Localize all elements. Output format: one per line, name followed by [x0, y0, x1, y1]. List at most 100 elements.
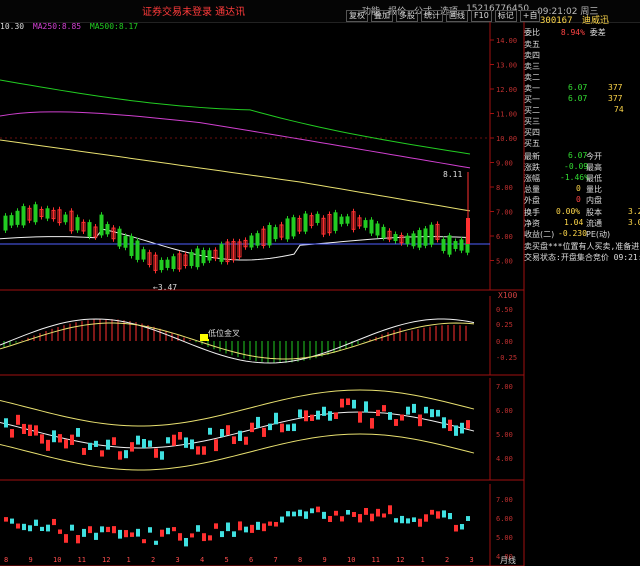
sub-candle: [274, 521, 278, 527]
kdj-candle: [118, 451, 122, 460]
kdj-candle: [298, 409, 302, 418]
sub-candle: [238, 521, 242, 531]
price-tick-label: 6.00: [496, 233, 513, 241]
x-axis-label: 5: [225, 556, 229, 564]
kdj-candle: [310, 414, 314, 421]
sub-candle: [346, 509, 350, 515]
sub-candle: [22, 523, 26, 531]
sub-candle: [178, 533, 182, 541]
x-axis-label: 8: [4, 556, 8, 564]
price-candle: [195, 248, 200, 268]
x-axis-label: 12: [396, 556, 404, 564]
kdj-candle: [406, 406, 410, 415]
sub-candle: [136, 528, 140, 537]
price-candle: [171, 256, 176, 269]
x-axis-label: 11: [372, 556, 380, 564]
kdj-candle: [160, 451, 164, 460]
sub-candle: [16, 523, 20, 529]
kdj-candle: [346, 398, 350, 406]
kdj-candle: [106, 439, 110, 450]
price-tick-label: 5.00: [496, 258, 513, 266]
sub-candle: [100, 526, 104, 533]
kdj-candle: [364, 401, 368, 413]
kdj-candle: [10, 429, 14, 438]
ma500-line: [0, 79, 471, 155]
kdj-candle: [454, 425, 458, 436]
kdj-candle: [190, 439, 194, 450]
sub-candle: [244, 526, 248, 533]
price-tick-label: 14.00: [496, 37, 517, 45]
sub-candle: [4, 517, 8, 522]
price-candle: [207, 250, 212, 261]
sub-candle: [34, 519, 38, 526]
kdj-candle: [148, 440, 152, 447]
sub-candle: [202, 533, 206, 542]
price-candle: [87, 222, 92, 237]
kdj-candle: [196, 446, 200, 455]
price-candle: [429, 224, 434, 245]
sub-candle: [316, 506, 320, 513]
kdj-candle: [178, 431, 182, 440]
sub-candle: [58, 529, 62, 534]
kdj-candle: [16, 414, 20, 425]
sub-candle: [130, 532, 134, 537]
sub-candle: [370, 513, 374, 522]
price-candle: [453, 241, 458, 249]
macd-scale-label: X100: [498, 291, 518, 300]
sub-candle: [256, 521, 260, 530]
price-tick-label: 11.00: [496, 111, 517, 119]
kdj-candle: [88, 442, 92, 451]
kdj-candle: [232, 436, 236, 445]
kdj-candle: [370, 418, 374, 429]
sub-candle: [106, 526, 110, 533]
kdj-candle: [316, 410, 320, 420]
macd-dif-line: [0, 318, 475, 364]
sub-candle: [388, 505, 392, 515]
band-upper: [0, 389, 475, 427]
price-candle: [165, 259, 170, 268]
price-candle: [75, 217, 80, 231]
sub-candle: [40, 526, 44, 532]
sub-candle: [382, 513, 386, 518]
sub-candle: [196, 525, 200, 532]
sub-candle: [262, 523, 266, 532]
kdj-candle: [64, 439, 68, 449]
kdj-candle: [304, 410, 308, 422]
sub-candle: [304, 511, 308, 519]
kdj-candle: [238, 430, 242, 442]
sub-candle: [184, 537, 188, 547]
x-unit-label: 月线: [500, 556, 516, 565]
price-tick-label: 7.00: [496, 209, 513, 217]
kdj-candle: [202, 446, 206, 455]
kdj-candle: [400, 414, 404, 421]
kdj-candle: [358, 411, 362, 423]
price-candle: [63, 214, 68, 223]
x-axis-label: 6: [249, 556, 253, 564]
sub-candle: [298, 509, 302, 517]
kdj-candle: [412, 403, 416, 413]
kdj-candle: [82, 447, 86, 455]
x-axis-label: 12: [102, 556, 110, 564]
ma250-line: [0, 111, 471, 169]
sub-candle: [232, 531, 236, 537]
kdj-candle: [22, 423, 26, 434]
kdj-candle: [286, 424, 290, 431]
sub-candle: [82, 528, 86, 537]
kdj-candle: [322, 406, 326, 416]
last-candle: [466, 218, 470, 244]
sub-candle: [448, 512, 452, 520]
kdj-candle: [292, 423, 296, 432]
sub-candle: [166, 527, 170, 535]
price-candle: [15, 210, 20, 225]
kdj-candle: [220, 428, 224, 437]
sub-candle: [88, 526, 92, 534]
price-candle: [375, 223, 380, 236]
kdj-candle: [100, 450, 104, 457]
price-candle: [249, 235, 254, 248]
kdj-candle: [172, 434, 176, 446]
x-axis-label: 2: [445, 556, 449, 564]
quote-panel: 委比 8.94% 委差 卖五 卖四 卖三 卖二 卖一 6.07 377 买一 6.07…: [524, 28, 640, 262]
price-candle: [219, 244, 224, 262]
x-axis-label: 3: [176, 556, 180, 564]
sub-candle: [28, 525, 32, 532]
